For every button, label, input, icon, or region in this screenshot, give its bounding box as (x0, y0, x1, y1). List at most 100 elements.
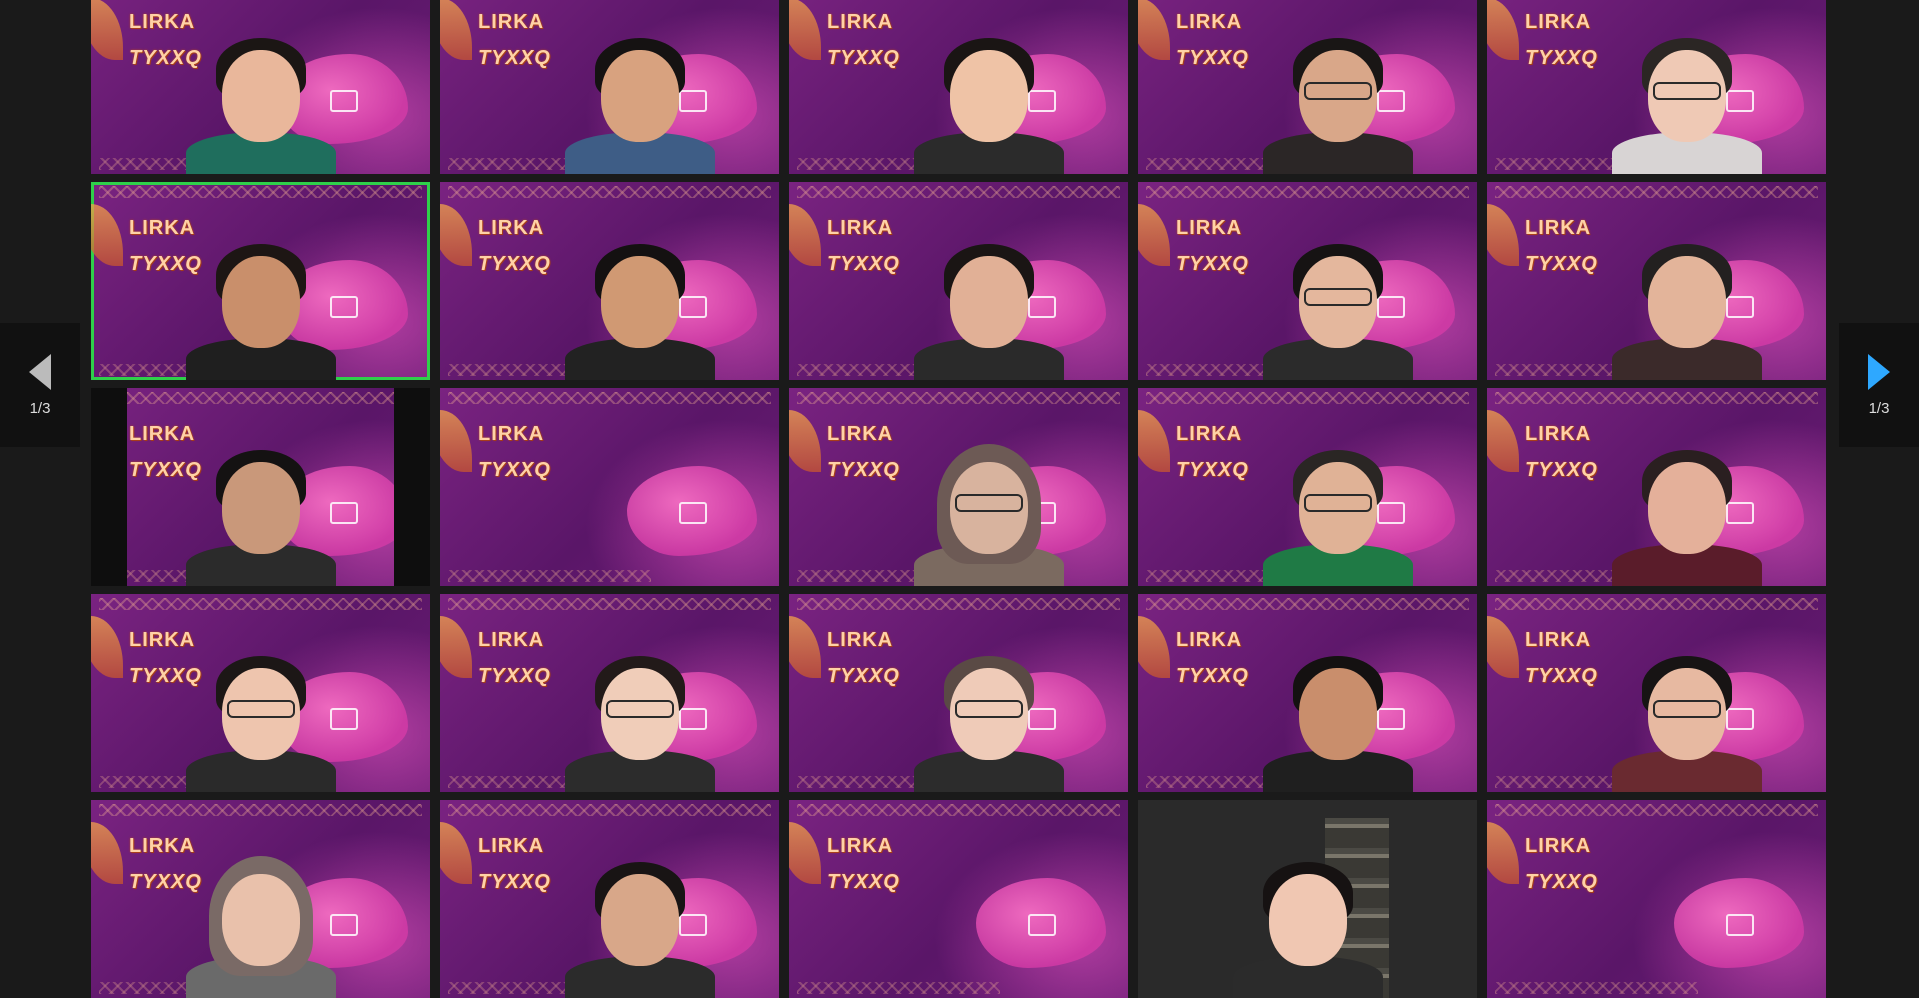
virtual-background-title: LIRKA TYXXQ (478, 4, 551, 76)
leaf-decoration (789, 616, 821, 678)
participant-tile[interactable]: LIRKA TYXXQ (1487, 388, 1826, 586)
leaf-decoration (91, 822, 123, 884)
brand-line-2: TYXXQ (1525, 47, 1598, 69)
brand-line-1: LIRKA (1176, 217, 1243, 239)
participant-tile[interactable]: LIRKA TYXXQ (789, 388, 1128, 586)
participant-video (909, 190, 1069, 380)
leaf-decoration (440, 616, 472, 678)
brand-line-2: TYXXQ (1525, 665, 1598, 687)
brand-line-2: TYXXQ (1176, 665, 1249, 687)
participant-video (909, 0, 1069, 174)
participant-video (1258, 396, 1418, 586)
pattern-border (1495, 804, 1818, 816)
brand-line-1: LIRKA (478, 423, 545, 445)
virtual-background-title: LIRKA TYXXQ (827, 416, 900, 488)
participant-tile[interactable]: LIRKA TYXXQ (91, 800, 430, 998)
participant-tile[interactable]: LIRKA TYXXQ (91, 0, 430, 174)
participant-tile[interactable]: LIRKA TYXXQ (789, 0, 1128, 174)
participant-tile[interactable]: LIRKA TYXXQ (789, 594, 1128, 792)
brand-line-1: LIRKA (1525, 835, 1592, 857)
brand-line-1: LIRKA (827, 835, 894, 857)
participant-tile[interactable]: LIRKA TYXXQ (1487, 800, 1826, 998)
brand-line-1: LIRKA (478, 11, 545, 33)
participant-tile[interactable]: LIRKA TYXXQ (91, 388, 430, 586)
participant-video (1258, 190, 1418, 380)
pattern-border (448, 392, 771, 404)
leaf-decoration (1138, 0, 1170, 60)
participant-tile[interactable]: LIRKA TYXXQ (1138, 594, 1477, 792)
virtual-background-title: LIRKA TYXXQ (478, 210, 551, 282)
participant-video (560, 0, 720, 174)
brand-line-1: LIRKA (1525, 629, 1592, 651)
brand-line-2: TYXXQ (478, 665, 551, 687)
chevron-left-icon (29, 353, 51, 390)
brand-line-1: LIRKA (827, 629, 894, 651)
leaf-decoration (1487, 0, 1519, 60)
leaf-decoration (1487, 822, 1519, 884)
glasses (955, 494, 1023, 512)
pattern-border (1495, 982, 1699, 994)
brand-line-2: TYXXQ (827, 253, 900, 275)
leaf-decoration (91, 204, 123, 266)
participant-video (1607, 396, 1767, 586)
virtual-background-title: LIRKA TYXXQ (1525, 416, 1598, 488)
page-indicator-right: 1/3 (1868, 399, 1890, 417)
leaf-decoration (440, 410, 472, 472)
brand-line-1: LIRKA (1525, 217, 1592, 239)
participant-video (1607, 0, 1767, 174)
brand-line-1: LIRKA (1525, 11, 1592, 33)
participant-tile[interactable]: LIRKA TYXXQ (789, 182, 1128, 380)
virtual-background-title: LIRKA TYXXQ (1176, 210, 1249, 282)
participant-video (181, 190, 341, 380)
leaf-decoration (789, 0, 821, 60)
participant-video (560, 190, 720, 380)
page-indicator-left: 1/3 (29, 399, 51, 417)
brand-line-2: TYXXQ (1176, 47, 1249, 69)
brand-line-2: TYXXQ (827, 47, 900, 69)
participant-tile[interactable]: LIRKA TYXXQ (1487, 594, 1826, 792)
participant-video (181, 0, 341, 174)
participant-video (909, 396, 1069, 586)
virtual-background-title: LIRKA TYXXQ (478, 416, 551, 488)
glasses (1304, 82, 1372, 100)
virtual-background-title: LIRKA TYXXQ (1525, 210, 1598, 282)
participant-tile[interactable]: LIRKA TYXXQ (91, 594, 430, 792)
glasses (227, 700, 295, 718)
participant-tile[interactable]: LIRKA TYXXQ (91, 182, 430, 380)
participant-tile[interactable]: LIRKA TYXXQ (440, 388, 779, 586)
participant-tile[interactable]: LIRKA TYXXQ (1138, 182, 1477, 380)
virtual-background-title: LIRKA TYXXQ (478, 828, 551, 900)
brand-line-2: TYXXQ (827, 665, 900, 687)
participant-tile[interactable]: LIRKA TYXXQ (440, 594, 779, 792)
participant-tile[interactable] (1138, 800, 1477, 998)
participant-tile[interactable]: LIRKA TYXXQ (1138, 0, 1477, 174)
glasses (1304, 288, 1372, 306)
participant-tile[interactable]: LIRKA TYXXQ (440, 182, 779, 380)
brand-line-2: TYXXQ (478, 47, 551, 69)
virtual-background-title: LIRKA TYXXQ (1176, 416, 1249, 488)
book-logo-icon (1726, 914, 1754, 936)
book-logo-icon (679, 502, 707, 524)
virtual-background-title: LIRKA TYXXQ (1176, 4, 1249, 76)
previous-page-button[interactable]: 1/3 (0, 323, 80, 447)
participant-tile[interactable]: LIRKA TYXXQ (1138, 388, 1477, 586)
participant-video (181, 396, 341, 586)
leaf-decoration (789, 410, 821, 472)
participant-tile[interactable]: LIRKA TYXXQ (440, 0, 779, 174)
brand-line-1: LIRKA (1176, 629, 1243, 651)
next-page-button[interactable]: 1/3 (1839, 323, 1919, 447)
pattern-border (448, 570, 652, 582)
brand-line-2: TYXXQ (827, 459, 900, 481)
participant-tile[interactable]: LIRKA TYXXQ (789, 800, 1128, 998)
brand-line-1: LIRKA (1525, 423, 1592, 445)
participant-tile[interactable]: LIRKA TYXXQ (440, 800, 779, 998)
video-call-gallery: LIRKA TYXXQ LIRKA TYXXQ LIRKA TYXXQ LIRKA TYXXQ… (0, 0, 1919, 998)
brand-line-2: TYXXQ (478, 253, 551, 275)
participant-video (560, 808, 720, 998)
glasses (1653, 700, 1721, 718)
leaf-decoration (440, 0, 472, 60)
virtual-background-title: LIRKA TYXXQ (478, 622, 551, 694)
participant-tile[interactable]: LIRKA TYXXQ (1487, 182, 1826, 380)
participant-video (181, 602, 341, 792)
participant-tile[interactable]: LIRKA TYXXQ (1487, 0, 1826, 174)
